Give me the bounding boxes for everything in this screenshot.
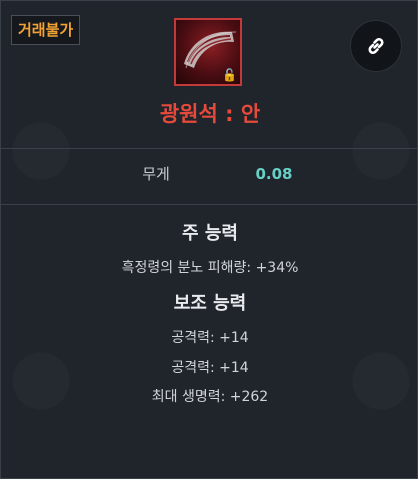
unlock-icon: 🔓 [222,68,237,82]
item-icon[interactable]: 🔓 [174,18,242,86]
divider [1,148,418,149]
main-ability-line: 흑정령의 분노 피해량: +34% [121,260,299,276]
weight-label: 무게 [142,165,170,183]
item-name: 광원석 : 안 [159,102,261,126]
trade-restriction-badge: 거래불가 [11,15,81,45]
sub-ability-line: 최대 생명력: +262 [151,389,269,405]
sub-ability-title: 보조 능력 [173,293,247,314]
link-button[interactable] [350,20,402,72]
sub-ability-line: 공격력: +14 [171,330,249,346]
link-icon [368,38,384,54]
divider [1,204,418,205]
sub-ability-line: 공격력: +14 [171,360,249,376]
weight-value: 0.08 [255,165,293,183]
item-tooltip: 거래불가 🔓 광원석 : 안 무게 0.08 주 능력 흑정령의 분노 피해량:… [0,0,418,479]
main-ability-title: 주 능력 [182,223,238,244]
